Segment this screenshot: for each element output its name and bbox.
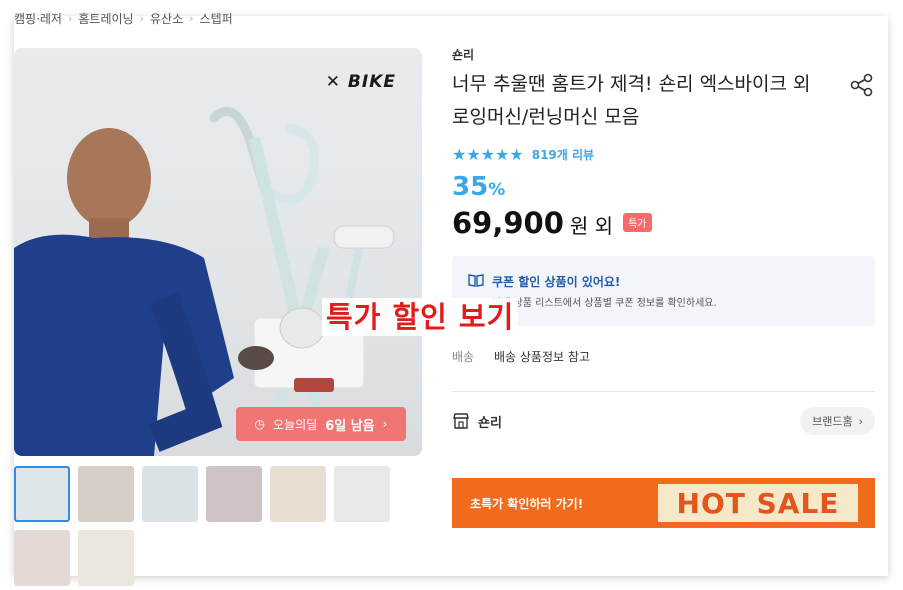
clock-icon: ◷ <box>254 417 266 431</box>
breadcrumb-item-stepper[interactable]: 스텝퍼 <box>200 10 233 27</box>
chevron-right-icon: › <box>139 12 144 25</box>
promo-banner[interactable]: 초특가 확인하러 가기! HOT SALE <box>452 478 875 528</box>
special-discount-link[interactable]: 특가 할인 보기 <box>322 298 519 336</box>
discount-rate: 35% <box>452 172 506 202</box>
thumbnail-7[interactable] <box>14 530 70 586</box>
review-count[interactable]: 819개 리뷰 <box>532 146 594 163</box>
trainer-image <box>14 128 234 456</box>
thumbnail-3[interactable] <box>142 466 198 522</box>
chevron-right-icon: › <box>189 12 194 25</box>
coupon-description: 아래 상품 리스트에서 상품별 쿠폰 정보를 확인하세요. <box>492 298 717 309</box>
shipping-label: 배송 <box>452 350 475 364</box>
brand-row: 숀리 브랜드홈 › <box>452 406 875 436</box>
breadcrumb: 캠핑·레저 › 홈트레이닝 › 유산소 › 스텝퍼 <box>14 10 233 27</box>
store-icon <box>453 413 469 429</box>
chevron-right-icon: › <box>858 414 863 428</box>
coupon-title: 쿠폰 할인 상품이 있어요! <box>492 275 621 289</box>
star-rating-icon: ★★★★★ <box>452 145 524 164</box>
thumbnail-2[interactable] <box>78 466 134 522</box>
seller-name[interactable]: 숀리 <box>452 46 474 63</box>
thumbnail-1[interactable] <box>14 466 70 522</box>
chevron-right-icon: › <box>382 417 388 431</box>
thumbnail-8[interactable] <box>78 530 134 586</box>
breadcrumb-item-cardio[interactable]: 유산소 <box>150 10 183 27</box>
price-row: 69,900 원 외 특가 <box>452 206 652 240</box>
book-icon <box>468 274 484 287</box>
breadcrumb-item-home-training[interactable]: 홈트레이닝 <box>78 10 133 27</box>
share-icon[interactable] <box>849 72 875 98</box>
price-suffix: 원 외 <box>569 214 614 238</box>
chevron-right-icon: › <box>67 12 73 25</box>
thumbnail-4[interactable] <box>206 466 262 522</box>
deal-label: 오늘의딜 <box>273 417 318 432</box>
shipping-value: 배송 상품정보 참고 <box>494 350 590 364</box>
thumbnail-6[interactable] <box>334 466 390 522</box>
brand-home-button[interactable]: 브랜드홈 › <box>800 407 875 435</box>
banner-text: 초특가 확인하러 가기! <box>470 497 584 511</box>
brand-name[interactable]: 숀리 <box>478 412 502 431</box>
price-value: 69,900 <box>452 206 564 240</box>
deal-countdown-badge[interactable]: ◷ 오늘의딜 6일 남음 › <box>236 407 406 441</box>
rating-row[interactable]: ★★★★★ 819개 리뷰 <box>452 145 594 164</box>
hot-sale-label: HOT SALE <box>658 484 858 522</box>
deal-remaining: 6일 남음 <box>325 418 375 434</box>
divider <box>452 391 875 392</box>
product-title: 너무 추울땐 홈트가 제격! 숀리 엑스바이크 외 로잉머신/런닝머신 모음 <box>452 73 811 128</box>
product-main-image[interactable]: ✕ BIKE ◷ 오늘의딜 6일 남음 › <box>14 48 422 456</box>
special-badge: 특가 <box>623 213 652 232</box>
breadcrumb-item-camping[interactable]: 캠핑·레저 <box>14 10 62 27</box>
thumbnail-5[interactable] <box>270 466 326 522</box>
